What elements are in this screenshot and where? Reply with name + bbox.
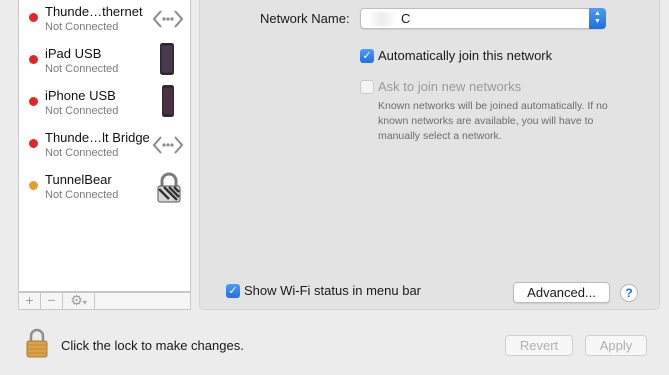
chevron-down-icon: ▾ [82, 298, 87, 307]
lock-message: Click the lock to make changes. [61, 338, 244, 353]
service-item-iphone-usb[interactable]: iPhone USB Not Connected [19, 84, 190, 126]
service-name: Thunde…thernet [45, 4, 143, 19]
network-name-label: Network Name: [260, 11, 350, 26]
status-dot [29, 97, 38, 106]
add-service-button[interactable]: + [19, 293, 41, 309]
help-button[interactable]: ? [620, 284, 638, 302]
service-name: TunnelBear [45, 172, 112, 187]
service-status: Not Connected [45, 105, 119, 117]
padlock-icon [26, 328, 48, 358]
ethernet-arrows-icon [152, 10, 184, 28]
apply-button[interactable]: Apply [585, 335, 647, 356]
status-dot [29, 55, 38, 64]
vpn-lock-icon [157, 172, 181, 203]
service-status: Not Connected [45, 147, 119, 159]
service-name: Thunde…lt Bridge [45, 130, 150, 145]
service-status: Not Connected [45, 21, 119, 33]
service-item-ipad-usb[interactable]: iPad USB Not Connected [19, 42, 190, 84]
service-item-tunnelbear[interactable]: TunnelBear Not Connected [19, 168, 190, 210]
service-name: iPhone USB [45, 88, 116, 103]
ask-join-note: Known networks will be joined automatica… [378, 100, 608, 142]
network-detail-panel: Network Name: C ▲ ▼ ✓ Automatically join … [199, 0, 660, 310]
revert-button[interactable]: Revert [505, 335, 573, 356]
ask-join-checkbox[interactable] [360, 80, 374, 94]
service-item-thunderbolt-bridge[interactable]: Thunde…lt Bridge Not Connected [19, 126, 190, 168]
network-name-value: C [401, 11, 411, 26]
auto-join-checkbox[interactable]: ✓ [360, 49, 374, 63]
service-name: iPad USB [45, 46, 102, 61]
ask-join-label: Ask to join new networks [378, 79, 522, 94]
redacted-network-name [367, 12, 397, 26]
service-list-toolbar: + − ⚙▾ [18, 292, 191, 310]
status-dot [29, 181, 38, 190]
service-status: Not Connected [45, 189, 119, 201]
service-status: Not Connected [45, 63, 119, 75]
remove-service-button[interactable]: − [41, 293, 63, 309]
action-menu-button[interactable]: ⚙▾ [63, 293, 95, 309]
show-wifi-status-checkbox[interactable]: ✓ [226, 284, 240, 298]
chevron-updown-icon: ▲ ▼ [589, 8, 606, 29]
advanced-button[interactable]: Advanced... [513, 282, 610, 303]
service-item-thunderbolt-ethernet[interactable]: Thunde…thernet Not Connected [19, 0, 190, 42]
status-dot [29, 139, 38, 148]
ipad-icon [160, 43, 174, 75]
gear-icon: ⚙ [70, 292, 83, 308]
lock-button[interactable] [26, 328, 48, 361]
status-dot [29, 13, 38, 22]
auto-join-label: Automatically join this network [378, 48, 553, 63]
iphone-icon [162, 85, 174, 117]
service-list[interactable]: Thunde…thernet Not Connected iPad USB No… [18, 0, 191, 292]
bridge-arrows-icon [152, 136, 184, 154]
show-wifi-status-label: Show Wi-Fi status in menu bar [244, 283, 422, 298]
network-name-select[interactable]: C ▲ ▼ [360, 8, 606, 29]
